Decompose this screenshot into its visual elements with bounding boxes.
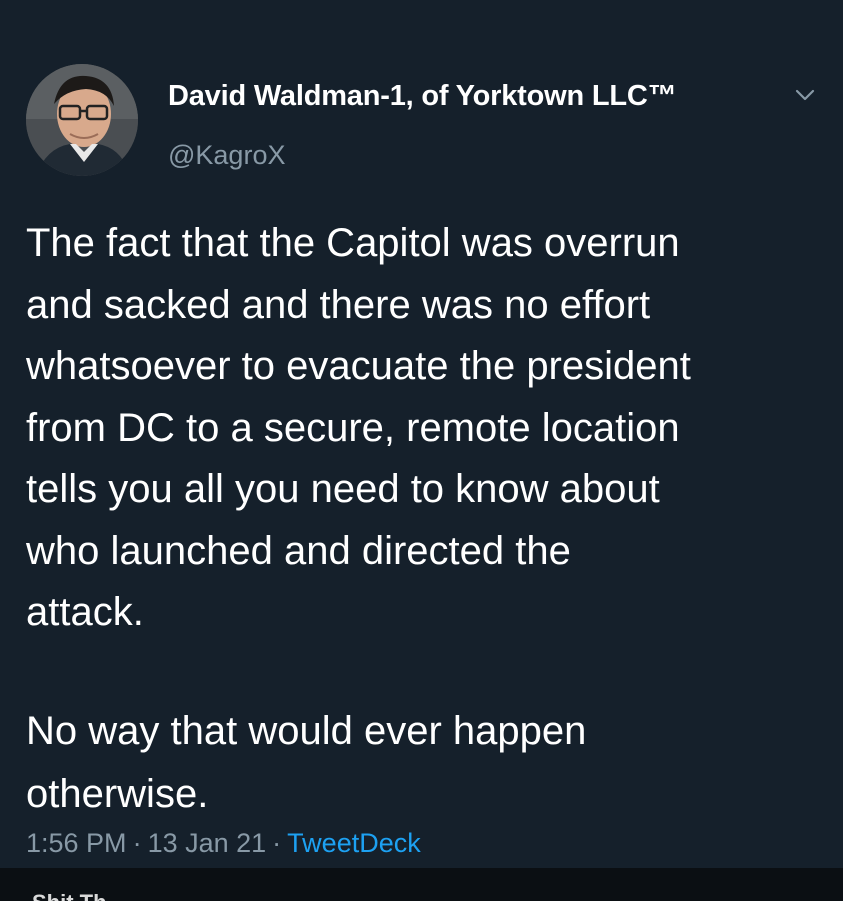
- tweet-card: David Waldman-1, of Yorktown LLC™ @Kagro…: [0, 0, 843, 868]
- meta-separator: ·: [272, 828, 282, 858]
- tweet-source-link[interactable]: TweetDeck: [287, 828, 421, 858]
- meta-separator: ·: [132, 828, 142, 858]
- author-name[interactable]: David Waldman-1, of Yorktown LLC™: [168, 80, 677, 113]
- avatar[interactable]: [26, 64, 138, 176]
- tweet-date[interactable]: 13 Jan 21: [148, 828, 267, 858]
- tweet-meta: 1:56 PM · 13 Jan 21 · TweetDeck: [26, 828, 421, 859]
- bottom-partial-text: Shit Th: [32, 890, 107, 901]
- tweet-text-second-paragraph: No way that would ever happen otherwise.: [26, 709, 587, 816]
- chevron-down-icon[interactable]: [790, 80, 820, 110]
- person-avatar-icon: [26, 64, 138, 176]
- tweet-header: David Waldman-1, of Yorktown LLC™ @Kagro…: [26, 64, 826, 176]
- tweet-time[interactable]: 1:56 PM: [26, 828, 127, 858]
- bottom-bar: Shit Th: [0, 868, 843, 901]
- tweet-text: The fact that the Capitol was overrun an…: [26, 221, 691, 634]
- author-handle[interactable]: @KagroX: [168, 140, 285, 171]
